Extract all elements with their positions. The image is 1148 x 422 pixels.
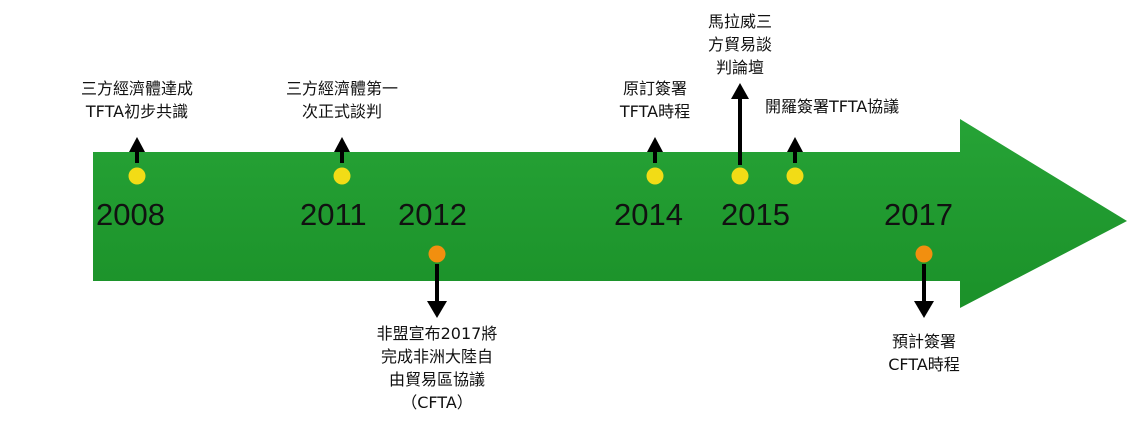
event-label-line: 完成非洲大陸自 bbox=[380, 347, 493, 366]
event-dot-2011 bbox=[333, 167, 351, 185]
year-2017: 2017 bbox=[884, 197, 953, 232]
event-label-line: 方貿易談 bbox=[707, 35, 772, 54]
event-label-tfta-consensus: 三方經濟體達成 TFTA初步共識 bbox=[62, 77, 212, 123]
event-label-line: TFTA時程 bbox=[619, 102, 691, 121]
event-label-tfta-first-negotiation: 三方經濟體第一 次正式談判 bbox=[267, 77, 417, 123]
event-label-line: TFTA初步共識 bbox=[85, 102, 189, 121]
event-label-line: 預計簽署 bbox=[891, 332, 956, 351]
event-label-cfta-signing-schedule: 預計簽署 CFTA時程 bbox=[864, 330, 984, 376]
event-label-line: 由貿易區協議 bbox=[388, 370, 485, 389]
event-label-line: （CFTA） bbox=[401, 393, 473, 412]
year-2011: 2011 bbox=[300, 197, 367, 232]
timeline-arrow bbox=[93, 119, 1127, 308]
event-label-line: 次正式談判 bbox=[301, 102, 382, 121]
event-dot-2014 bbox=[646, 167, 664, 185]
event-label-line: 判論壇 bbox=[715, 58, 764, 77]
year-2012: 2012 bbox=[398, 197, 467, 232]
event-label-line: 非盟宣布2017將 bbox=[376, 324, 498, 343]
event-label-cairo-signing: 開羅簽署TFTA協議 bbox=[765, 95, 945, 118]
event-dot-2015-malawi bbox=[731, 167, 749, 185]
event-label-malawi-forum: 馬拉威三 方貿易談 判論壇 bbox=[690, 10, 790, 79]
event-dot-2012 bbox=[428, 245, 446, 263]
event-label-tfta-signing-schedule: 原訂簽署 TFTA時程 bbox=[595, 77, 715, 123]
event-label-line: 馬拉威三 bbox=[707, 12, 772, 31]
event-dot-2015-cairo bbox=[786, 167, 804, 185]
event-label-line: 開羅簽署TFTA協議 bbox=[765, 97, 900, 116]
year-2015: 2015 bbox=[721, 197, 790, 232]
event-label-line: 原訂簽署 bbox=[622, 79, 687, 98]
event-label-line: 三方經濟體達成 bbox=[80, 79, 193, 98]
year-2008: 2008 bbox=[96, 197, 165, 232]
event-label-line: CFTA時程 bbox=[888, 355, 960, 374]
event-label-line: 三方經濟體第一 bbox=[285, 79, 398, 98]
event-label-au-cfta-announcement: 非盟宣布2017將 完成非洲大陸自 由貿易區協議 （CFTA） bbox=[352, 322, 522, 414]
event-dot-2008 bbox=[128, 167, 146, 185]
year-2014: 2014 bbox=[614, 197, 683, 232]
event-dot-2017 bbox=[915, 245, 933, 263]
